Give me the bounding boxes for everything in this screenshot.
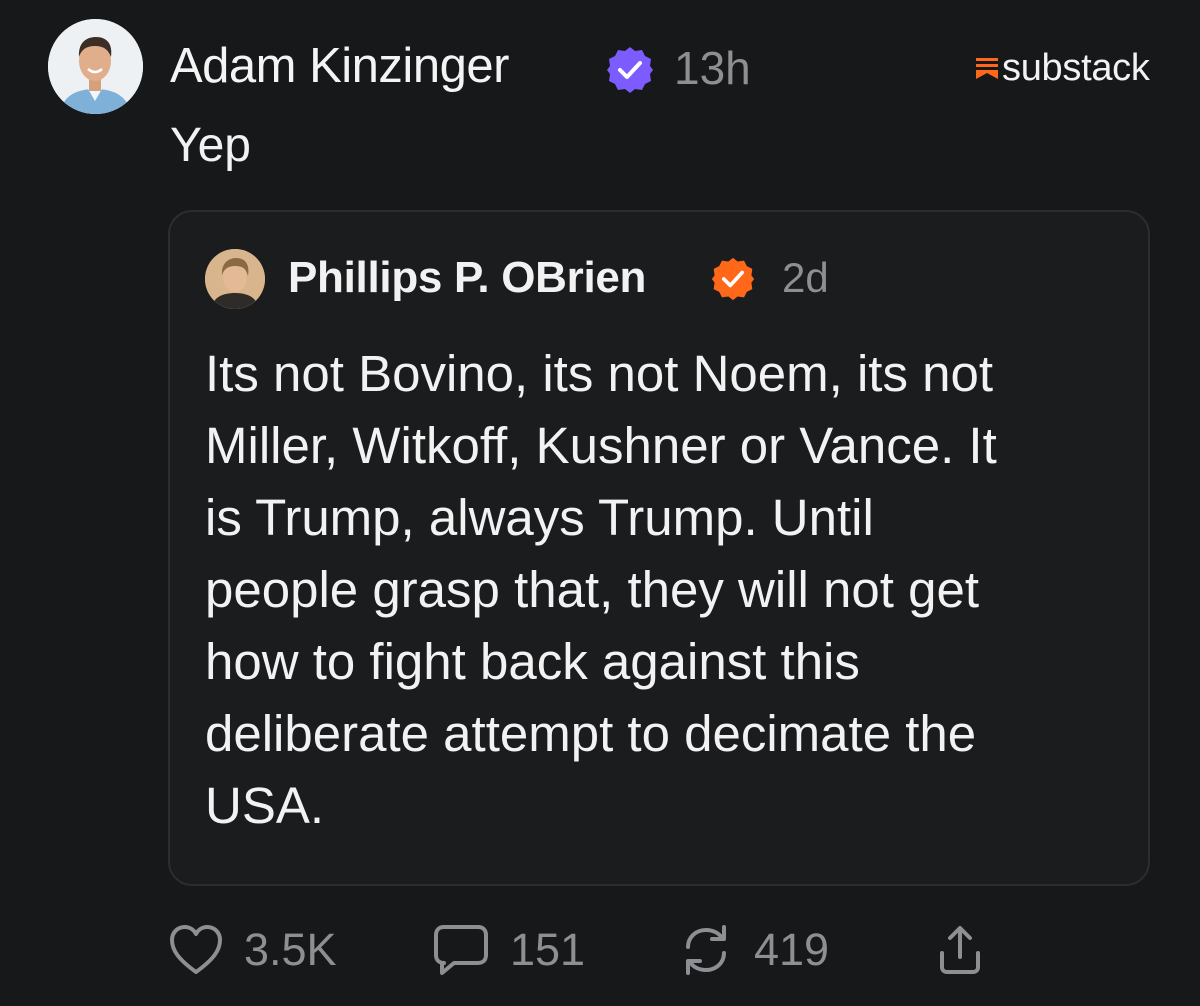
quoted-text-line: USA. bbox=[205, 777, 325, 834]
quoted-text-line: Its not Bovino, its not Noem, its not bbox=[205, 345, 994, 402]
quoted-text-line: deliberate attempt to decimate the bbox=[205, 705, 977, 762]
comment-button[interactable]: 151 bbox=[432, 918, 585, 982]
post: Adam Kinzinger 13h substack Yep Phillips… bbox=[0, 0, 1200, 1006]
quoted-post-timestamp: 2d bbox=[782, 254, 829, 301]
like-count: 3.5K bbox=[244, 924, 337, 975]
substack-logo[interactable]: substack bbox=[975, 44, 1150, 92]
restack-icon bbox=[686, 925, 726, 975]
quoted-post-card[interactable]: Phillips P. OBrien 2d Its not Bovino, it… bbox=[168, 210, 1150, 886]
heart-icon bbox=[170, 925, 222, 974]
quoted-text-line: Miller, Witkoff, Kushner or Vance. It bbox=[205, 417, 997, 474]
restack-button[interactable]: 419 bbox=[678, 918, 829, 982]
quoted-verified-badge-icon bbox=[710, 256, 756, 302]
share-icon bbox=[940, 926, 980, 974]
quoted-text-line: is Trump, always Trump. Until bbox=[205, 489, 874, 546]
quoted-post-body: Its not Bovino, its not Noem, its not Mi… bbox=[205, 338, 1125, 842]
verified-badge-icon bbox=[605, 45, 655, 95]
comment-icon bbox=[434, 925, 488, 975]
author-avatar[interactable] bbox=[48, 19, 143, 114]
like-button[interactable]: 3.5K bbox=[168, 918, 337, 982]
author-name[interactable]: Adam Kinzinger bbox=[170, 36, 509, 96]
quoted-author-name[interactable]: Phillips P. OBrien bbox=[288, 250, 646, 306]
comment-count: 151 bbox=[510, 924, 586, 975]
substack-mark-icon bbox=[976, 58, 998, 79]
quoted-text-line: how to fight back against this bbox=[205, 633, 860, 690]
restack-count: 419 bbox=[754, 924, 830, 975]
post-body: Yep bbox=[170, 119, 251, 172]
quoted-author-avatar[interactable] bbox=[205, 249, 265, 309]
post-timestamp: 13h bbox=[674, 42, 751, 94]
quoted-text-line: people grasp that, they will not get bbox=[205, 561, 979, 618]
brand-name: substack bbox=[1002, 46, 1150, 89]
share-button[interactable] bbox=[932, 918, 988, 982]
